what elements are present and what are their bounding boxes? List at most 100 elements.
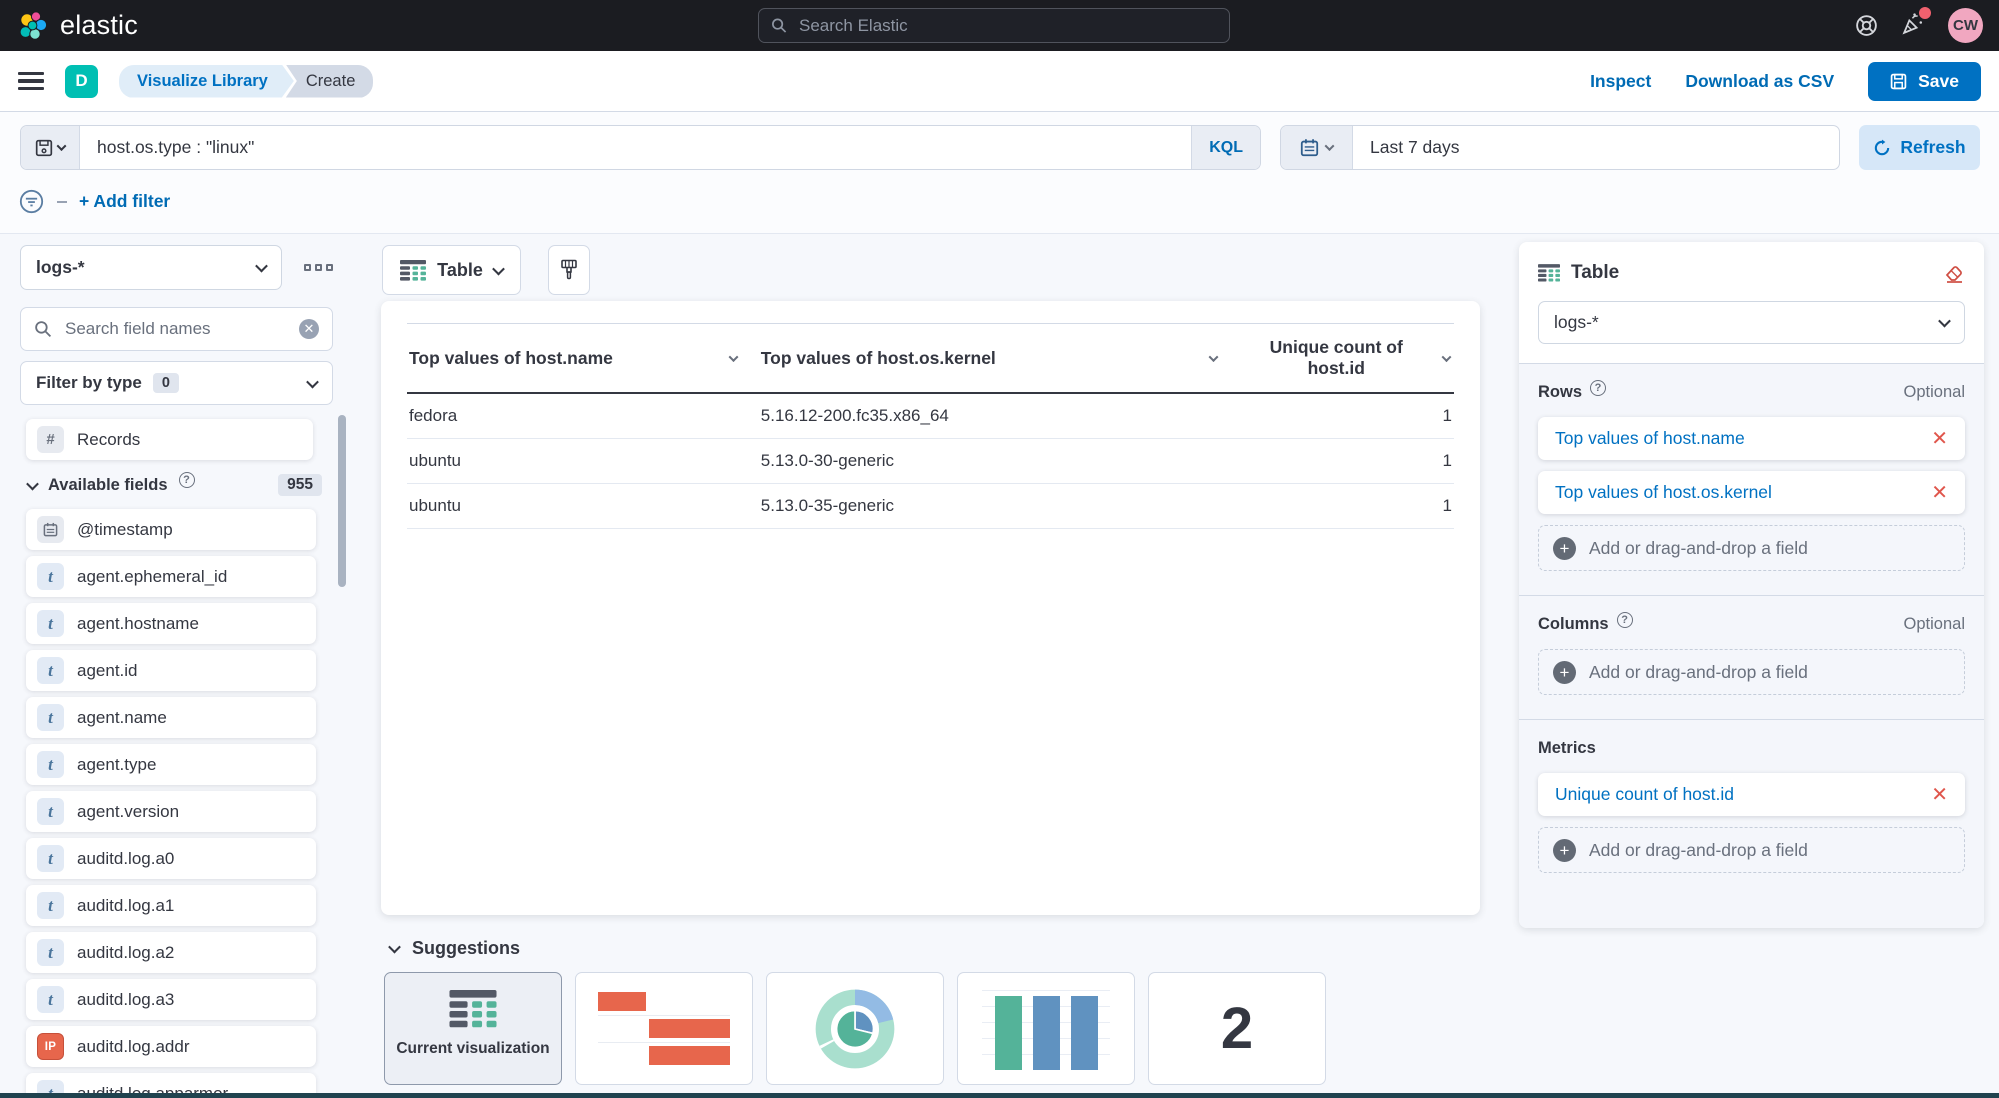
- index-pattern-select[interactable]: logs-*: [20, 245, 282, 290]
- number-field-icon: #: [37, 426, 64, 453]
- filter-by-type-label: Filter by type: [36, 373, 142, 393]
- space-badge[interactable]: D: [65, 65, 98, 98]
- field-item[interactable]: t agent.version: [26, 791, 316, 832]
- field-item[interactable]: @timestamp: [26, 509, 316, 550]
- chevron-down-icon: [492, 262, 505, 275]
- string-field-icon: t: [37, 704, 64, 731]
- column-header-host-name[interactable]: Top values of host.name: [407, 324, 759, 394]
- user-avatar[interactable]: CW: [1948, 8, 1983, 43]
- field-item[interactable]: t agent.name: [26, 697, 316, 738]
- global-header: elastic: [0, 0, 1999, 51]
- cell-host-name: fedora: [407, 393, 759, 439]
- help-question-icon: ?: [179, 472, 195, 488]
- remove-dimension-icon[interactable]: ✕: [1931, 483, 1948, 503]
- filter-by-type-button[interactable]: Filter by type 0: [20, 361, 333, 405]
- header-actions: CW: [1854, 0, 1983, 51]
- query-input[interactable]: [80, 126, 1191, 169]
- download-csv-link[interactable]: Download as CSV: [1685, 71, 1834, 92]
- saved-query-menu-button[interactable]: [21, 126, 80, 169]
- field-item[interactable]: t auditd.log.a2: [26, 932, 316, 973]
- global-search-input[interactable]: [797, 15, 1217, 37]
- suggestion-bar-horizontal[interactable]: [575, 972, 753, 1085]
- suggestion-donut[interactable]: [766, 972, 944, 1085]
- breadcrumb-visualize-library[interactable]: Visualize Library: [119, 65, 294, 98]
- remove-dimension-icon[interactable]: ✕: [1931, 785, 1948, 805]
- time-quick-menu-button[interactable]: [1281, 126, 1353, 169]
- suggestion-current-visualization[interactable]: Current visualization: [384, 972, 562, 1085]
- index-options-button[interactable]: [298, 258, 339, 277]
- dimension-top-values-host-name[interactable]: Top values of host.name ✕: [1538, 417, 1965, 460]
- field-item[interactable]: t auditd.log.a3: [26, 979, 316, 1020]
- add-filter-link[interactable]: + Add filter: [79, 191, 170, 212]
- cell-host-name: ubuntu: [407, 484, 759, 529]
- chevron-down-icon: [57, 141, 67, 151]
- table-row[interactable]: ubuntu 5.13.0-30-generic 1: [407, 439, 1454, 484]
- help-lifebuoy-icon[interactable]: [1854, 13, 1879, 38]
- chart-type-button[interactable]: Table: [382, 245, 521, 295]
- dimension-unique-count-host-id[interactable]: Unique count of host.id ✕: [1538, 773, 1965, 816]
- time-range-picker: Last 7 days: [1280, 125, 1840, 170]
- suggestion-bar-vertical[interactable]: [957, 972, 1135, 1085]
- field-item[interactable]: t agent.ephemeral_id: [26, 556, 316, 597]
- available-fields-count-badge: 955: [278, 474, 322, 496]
- query-language-button[interactable]: KQL: [1191, 126, 1260, 169]
- field-item[interactable]: IP auditd.log.addr: [26, 1026, 316, 1067]
- refresh-button[interactable]: Refresh: [1859, 125, 1980, 170]
- clear-layer-button[interactable]: [1943, 262, 1965, 284]
- refresh-button-label: Refresh: [1900, 137, 1965, 158]
- add-column-field-dropzone[interactable]: + Add or drag-and-drop a field: [1538, 649, 1965, 695]
- bar-vertical-icon: [982, 988, 1110, 1070]
- field-label: auditd.log.a0: [77, 849, 174, 869]
- field-search-input[interactable]: [63, 318, 288, 340]
- field-label: agent.name: [77, 708, 167, 728]
- add-metric-field-dropzone[interactable]: + Add or drag-and-drop a field: [1538, 827, 1965, 873]
- column-header-unique-count[interactable]: Unique count of host.id: [1239, 324, 1454, 394]
- column-header-os-kernel[interactable]: Top values of host.os.kernel: [759, 324, 1240, 394]
- dimension-top-values-os-kernel[interactable]: Top values of host.os.kernel ✕: [1538, 471, 1965, 514]
- chevron-down-icon: [1209, 352, 1219, 362]
- notification-dot: [1919, 7, 1931, 19]
- table-chart-icon: [400, 260, 426, 281]
- available-fields-header[interactable]: Available fields ? 955: [28, 474, 336, 496]
- time-range-value[interactable]: Last 7 days: [1353, 126, 1477, 169]
- global-search[interactable]: [758, 8, 1230, 43]
- visualization-workspace: Top values of host.name Top values of ho…: [381, 301, 1480, 915]
- table-chart-icon: [449, 990, 497, 1028]
- field-item[interactable]: t agent.hostname: [26, 603, 316, 644]
- dimension-label: Top values of host.os.kernel: [1555, 482, 1772, 503]
- field-label: Records: [77, 430, 140, 450]
- plus-icon: +: [1553, 537, 1576, 560]
- remove-dimension-icon[interactable]: ✕: [1931, 429, 1948, 449]
- table-row[interactable]: ubuntu 5.13.0-35-generic 1: [407, 484, 1454, 529]
- suggestions-header[interactable]: Suggestions: [390, 938, 520, 959]
- elastic-brand[interactable]: elastic: [18, 10, 138, 41]
- cell-unique-count: 1: [1239, 484, 1454, 529]
- donut-chart-icon: [809, 983, 901, 1075]
- field-label: auditd.log.a3: [77, 990, 174, 1010]
- panel-title: Table: [1571, 262, 1619, 284]
- field-item[interactable]: t auditd.log.a0: [26, 838, 316, 879]
- chart-type-label: Table: [437, 260, 483, 281]
- available-fields-label: Available fields: [48, 476, 168, 495]
- cell-os-kernel: 5.13.0-30-generic: [759, 439, 1240, 484]
- filter-icon[interactable]: [18, 188, 45, 215]
- add-row-field-dropzone[interactable]: + Add or drag-and-drop a field: [1538, 525, 1965, 571]
- newsfeed-button[interactable]: [1901, 11, 1926, 41]
- scrollbar-thumb[interactable]: [338, 415, 346, 587]
- clear-search-icon[interactable]: ✕: [299, 319, 319, 339]
- layer-index-pattern-select[interactable]: logs-*: [1538, 301, 1965, 344]
- menu-hamburger-icon[interactable]: [18, 72, 44, 90]
- field-item[interactable]: t auditd.log.a1: [26, 885, 316, 926]
- save-button[interactable]: Save: [1868, 62, 1981, 101]
- field-item-records[interactable]: # Records: [26, 419, 313, 460]
- field-item[interactable]: t agent.id: [26, 650, 316, 691]
- suggestion-metric[interactable]: 2: [1148, 972, 1326, 1085]
- inspect-link[interactable]: Inspect: [1590, 71, 1651, 92]
- chevron-down-icon: [388, 941, 401, 954]
- table-row[interactable]: fedora 5.16.12-200.fc35.x86_64 1: [407, 393, 1454, 439]
- breadcrumb: Visualize Library Create: [119, 65, 373, 98]
- metrics-label: Metrics: [1538, 739, 1596, 758]
- field-label: auditd.log.a1: [77, 896, 174, 916]
- visual-options-button[interactable]: [548, 245, 590, 295]
- field-item[interactable]: t agent.type: [26, 744, 316, 785]
